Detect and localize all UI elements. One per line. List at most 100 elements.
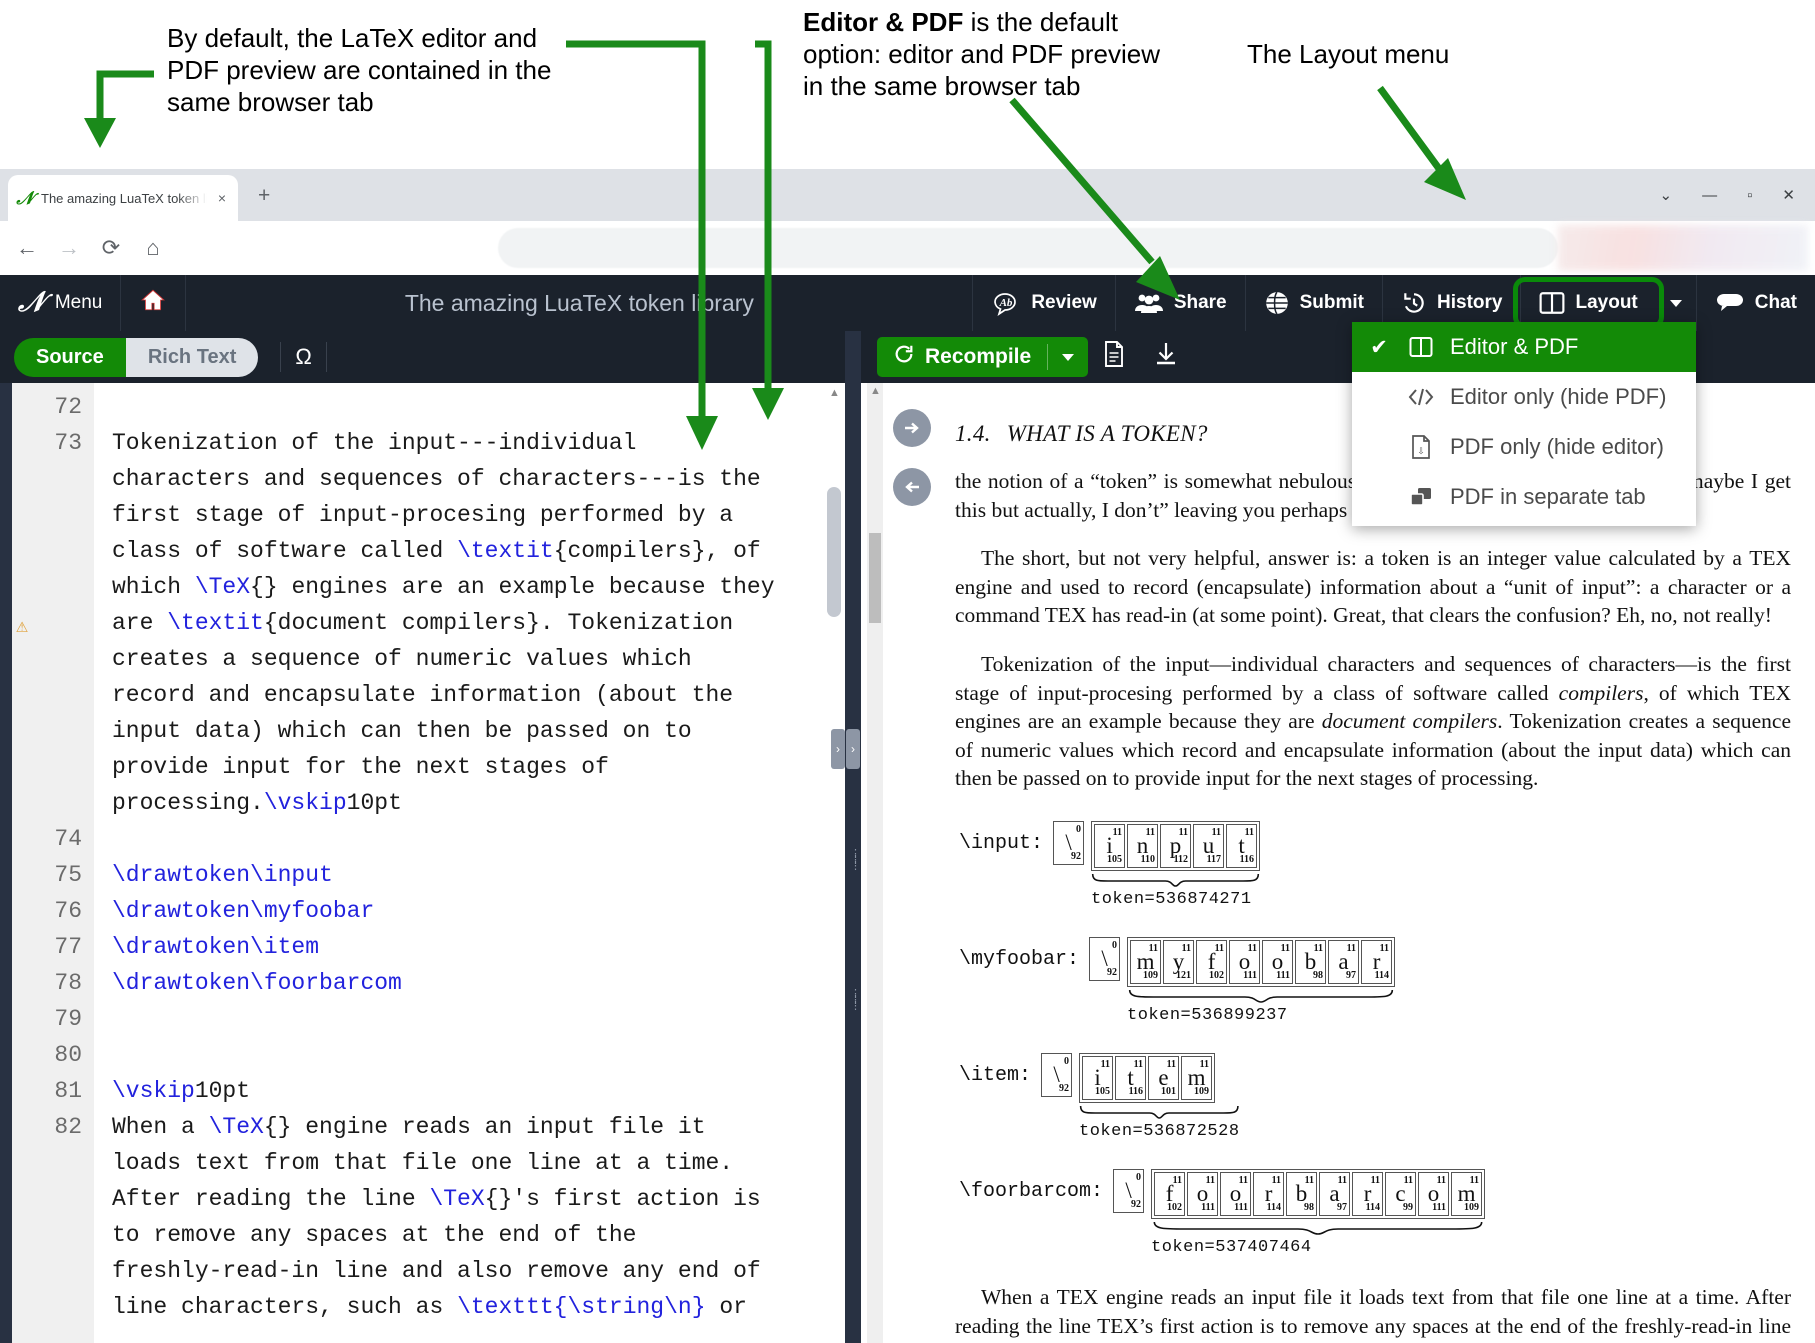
sync-to-pdf-button[interactable]	[893, 409, 931, 447]
char-cell: m 11 109	[1451, 1171, 1483, 1216]
logs-button[interactable]	[1088, 341, 1140, 373]
download-pdf-button[interactable]	[1140, 341, 1192, 373]
code-line[interactable]: provide input for the next stages of	[112, 749, 845, 785]
splitter-grip-2[interactable]: ⋮ ⋮ ⋮	[850, 989, 861, 1012]
catcode: 11	[1304, 1174, 1315, 1186]
reload-icon[interactable]: ⟳	[94, 231, 128, 265]
charcode: 111	[1234, 1201, 1249, 1213]
escape-char-cell: \ 0 92	[1053, 820, 1085, 865]
code-line[interactable]: Tokenization of the input---individual	[112, 425, 845, 461]
code-line[interactable]: \vskip10pt	[112, 1073, 845, 1109]
home-icon[interactable]: ⌂	[136, 231, 170, 265]
code-line[interactable]: After reading the line \TeX{}'s first ac…	[112, 1181, 845, 1217]
symbol-palette-button[interactable]: Ω	[280, 342, 327, 372]
menu-button[interactable]: 𝒩 Menu	[0, 275, 122, 331]
line-number: ⚠	[12, 605, 94, 641]
code-line[interactable]: \drawtoken\input	[112, 857, 845, 893]
browser-tab-title: The amazing LuaTeX token library	[41, 190, 207, 206]
code-line[interactable]: When a \TeX{} engine reads an input file…	[112, 1109, 845, 1145]
address-bar[interactable]	[498, 228, 1558, 268]
minimize-icon[interactable]: —	[1702, 187, 1717, 204]
close-window-icon[interactable]: ✕	[1782, 186, 1795, 204]
code-line[interactable]: record and encapsulate information (abou…	[112, 677, 845, 713]
code-line[interactable]: which \TeX{} engines are an example beca…	[112, 569, 845, 605]
code-line[interactable]: loads text from that file one line at a …	[112, 1145, 845, 1181]
maximize-icon[interactable]: ▫	[1747, 187, 1752, 204]
sync-to-code-button[interactable]	[893, 468, 931, 506]
catcode: 11	[1244, 826, 1255, 838]
menu-item-pdf-separate-tab[interactable]: PDF in separate tab	[1352, 472, 1696, 522]
code-line[interactable]: first stage of input-procesing performed…	[112, 497, 845, 533]
chevron-down-icon[interactable]: ⌄	[1660, 186, 1673, 204]
close-icon[interactable]: ×	[214, 190, 230, 206]
pdf-scroll-up-arrow[interactable]: ▲	[870, 385, 881, 397]
code-line[interactable]	[112, 821, 845, 857]
collapse-right-handle[interactable]: ›	[846, 729, 860, 769]
catcode: 11	[1178, 826, 1189, 838]
charcode: 98	[1313, 969, 1324, 981]
splitter-grip[interactable]: ⋮ ⋮ ⋮	[850, 849, 861, 872]
charcode: 92	[1107, 966, 1118, 978]
callout-editor-pdf-same-tab: By default, the LaTeX editor and PDF prev…	[167, 23, 552, 118]
tab-rich-text[interactable]: Rich Text	[125, 337, 259, 377]
pdf-scroll-thumb[interactable]	[869, 533, 881, 623]
home-button[interactable]	[121, 275, 187, 331]
charcode: 111	[1432, 1201, 1447, 1213]
charcode: 92	[1059, 1082, 1070, 1094]
code-line[interactable]: \drawtoken\myfoobar	[112, 893, 845, 929]
forward-icon[interactable]: →	[52, 231, 86, 265]
share-button[interactable]: Share	[1114, 275, 1245, 331]
layout-dropdown-menu[interactable]: ✔ Editor & PDF Editor only (hide PDF) ⇩ …	[1352, 322, 1696, 526]
token-diagram-label: \input:	[959, 831, 1044, 855]
code-line[interactable]: creates a sequence of numeric values whi…	[112, 641, 845, 677]
charcode: 98	[1304, 1201, 1315, 1213]
menu-item-pdf-only[interactable]: ⇩ PDF only (hide editor)	[1352, 422, 1696, 472]
line-number	[12, 569, 94, 605]
recompile-options-caret[interactable]	[1048, 353, 1088, 361]
home-icon	[139, 287, 167, 319]
tab-source[interactable]: Source	[14, 337, 126, 377]
file-logs-icon	[1102, 341, 1126, 373]
scroll-up-arrow[interactable]: ▲	[829, 387, 840, 399]
pane-splitter[interactable]: ⋮ ⋮ ⋮ ⋮ ⋮ ⋮ › ›	[831, 331, 861, 1343]
menu-item-editor-and-pdf[interactable]: ✔ Editor & PDF	[1352, 322, 1696, 372]
code-line[interactable]: \drawtoken\foorbarcom	[112, 965, 845, 1001]
code-line[interactable]	[112, 1001, 845, 1037]
code-line[interactable]: input data) which can then be passed on …	[112, 713, 845, 749]
code-text[interactable]: Tokenization of the input---individual ch…	[94, 383, 845, 1343]
globe-icon	[1264, 290, 1290, 316]
code-line[interactable]: to remove any spaces at the end of the	[112, 1217, 845, 1253]
editor-scroll-thumb[interactable]	[827, 487, 841, 617]
pdf-scrollbar[interactable]: ▲	[867, 383, 883, 1343]
chat-button[interactable]: Chat	[1695, 275, 1815, 331]
code-line[interactable]: characters and sequences of characters--…	[112, 461, 845, 497]
line-number	[12, 1217, 94, 1253]
charcode: 114	[1374, 969, 1390, 981]
code-line[interactable]: line characters, such as \texttt{\string…	[112, 1289, 845, 1325]
code-line[interactable]	[112, 1037, 845, 1073]
new-tab-button[interactable]: +	[258, 185, 270, 206]
catcode: 0	[1064, 1055, 1070, 1067]
line-number	[12, 497, 94, 533]
back-icon[interactable]: ←	[10, 231, 44, 265]
catcode: 11	[1148, 942, 1159, 954]
collapse-left-handle[interactable]: ›	[831, 729, 845, 769]
code-line[interactable]: \drawtoken\item	[112, 929, 845, 965]
code-line[interactable]: class of software called \textit{compile…	[112, 533, 845, 569]
menu-item-editor-only[interactable]: Editor only (hide PDF)	[1352, 372, 1696, 422]
overleaf-logo-icon: 𝒩	[18, 287, 45, 318]
code-line[interactable]	[112, 389, 845, 425]
pdf-preview[interactable]: ▲ 1.4. WHAT IS A TOKEN? the notion of a “…	[861, 383, 1815, 1343]
charcode: 105	[1107, 853, 1123, 865]
char-cell: y 11 121	[1163, 939, 1195, 984]
browser-tab[interactable]: 𝒩 The amazing LuaTeX token library ×	[8, 175, 238, 221]
token-diagram: \myfoobar: \ 0 92 m 11 109 y 11 121 f 11 102 o 11 111 o 1…	[959, 936, 1813, 1025]
code-line[interactable]: are \textit{document compilers}. Tokeniz…	[112, 605, 845, 641]
code-line[interactable]: freshly-read-in line and also remove any…	[112, 1253, 845, 1289]
editor-scrollbar[interactable]: ▲	[827, 387, 841, 1339]
code-line[interactable]: processing.\vskip10pt	[112, 785, 845, 821]
recompile-main[interactable]: Recompile	[877, 343, 1047, 371]
recompile-button[interactable]: Recompile	[877, 337, 1089, 377]
code-editor[interactable]: 72 73 ⚠ 74 75 76 77 78 79 80 81 82 Tokenization of …	[0, 383, 845, 1343]
review-button[interactable]: Ab Review	[972, 275, 1114, 331]
